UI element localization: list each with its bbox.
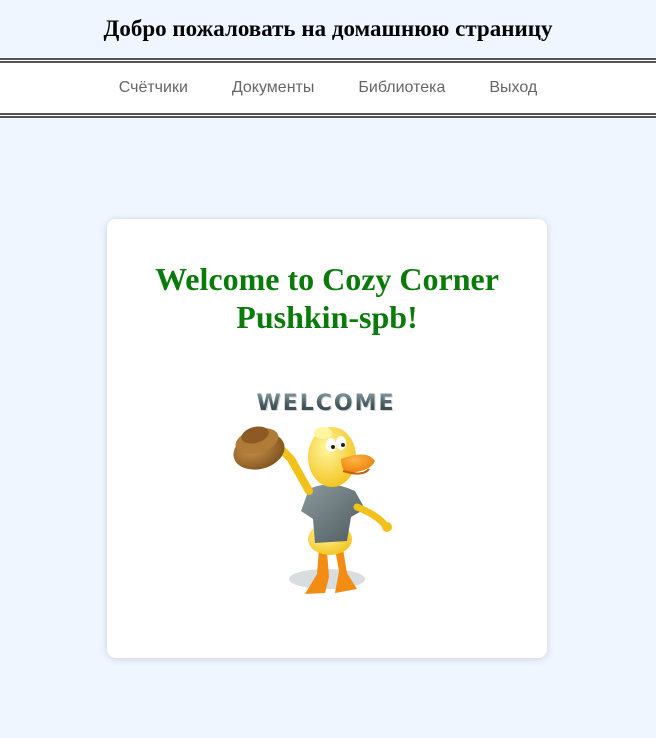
nav-link-logout[interactable]: Выход — [489, 79, 537, 97]
nav-link-library[interactable]: Библиотека — [358, 79, 445, 97]
nav-link-documents[interactable]: Документы — [232, 79, 314, 97]
welcome-text: WELCOME — [256, 391, 395, 416]
welcome-duck-illustration: WELCOME WELCOME — [233, 391, 395, 594]
welcome-heading: Welcome to Cozy Corner Pushkin-spb! — [155, 261, 499, 335]
welcome-card: Welcome to Cozy Corner Pushkin-spb! WELC… — [107, 219, 547, 658]
main-nav: Счётчики Документы Библиотека Выход — [0, 58, 656, 118]
page-header: Добро пожаловать на домашнюю страницу — [0, 0, 656, 58]
page-title: Добро пожаловать на домашнюю страницу — [103, 16, 553, 41]
welcome-duck-image: WELCOME WELCOME — [217, 379, 437, 619]
nav-link-counters[interactable]: Счётчики — [119, 79, 188, 97]
